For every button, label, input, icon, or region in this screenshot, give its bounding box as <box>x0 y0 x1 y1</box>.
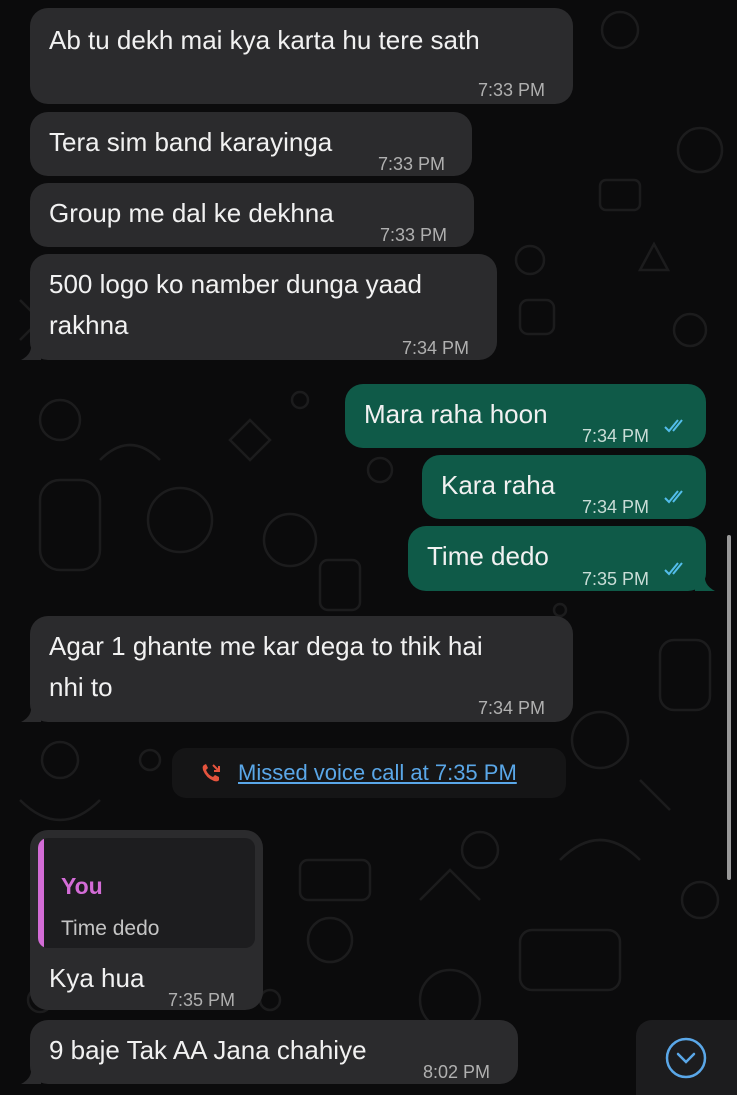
message-text-line-1: Agar 1 ghante me kar dega to thik hai <box>49 631 483 661</box>
message-time: 7:33 PM <box>380 225 448 245</box>
quote-author: You <box>61 873 103 899</box>
incoming-message[interactable]: Tera sim band karayinga 7:33 PM <box>30 112 472 176</box>
message-text-line-2: rakhna <box>49 310 129 340</box>
missed-call-link[interactable]: Missed voice call at 7:35 PM <box>238 760 517 786</box>
message-time: 7:34 PM <box>582 497 650 517</box>
outgoing-message[interactable]: Time dedo 7:35 PM <box>408 526 715 591</box>
message-text: Time dedo <box>427 541 549 571</box>
message-time: 7:33 PM <box>478 80 546 100</box>
message-text-line-2: nhi to <box>49 672 113 702</box>
bubble-tail <box>695 573 715 591</box>
message-time: 7:34 PM <box>478 698 546 718</box>
message-text: 9 baje Tak AA Jana chahiye <box>49 1035 367 1065</box>
missed-call-icon <box>202 764 220 782</box>
quoted-message[interactable]: You Time dedo <box>38 838 255 948</box>
message-time: 7:34 PM <box>582 426 650 446</box>
message-text: Kya hua <box>49 963 145 993</box>
double-check-read-icon <box>664 490 683 504</box>
message-text: Tera sim band karayinga <box>49 127 333 157</box>
message-time: 7:33 PM <box>378 154 446 174</box>
incoming-message[interactable]: 500 logo ko namber dunga yaad rakhna 7:3… <box>21 254 497 360</box>
message-text: Group me dal ke dekhna <box>49 198 334 228</box>
incoming-message[interactable]: Group me dal ke dekhna 7:33 PM <box>30 183 474 247</box>
scroll-to-bottom-button[interactable] <box>636 1020 737 1095</box>
incoming-message[interactable]: 9 baje Tak AA Jana chahiye 8:02 PM <box>21 1020 518 1084</box>
message-text: Mara raha hoon <box>364 399 548 429</box>
incoming-message[interactable]: Agar 1 ghante me kar dega to thik hai nh… <box>21 616 573 722</box>
incoming-reply-message[interactable]: You Time dedo Kya hua 7:35 PM <box>30 830 263 1010</box>
bubble-tail <box>21 342 41 360</box>
outgoing-message[interactable]: Mara raha hoon 7:34 PM <box>345 384 706 448</box>
double-check-read-icon <box>664 562 683 576</box>
bubble-tail <box>21 1066 41 1084</box>
message-text: Kara raha <box>441 470 556 500</box>
outgoing-message[interactable]: Kara raha 7:34 PM <box>422 455 706 519</box>
double-check-read-icon <box>664 419 683 433</box>
message-time: 7:34 PM <box>402 338 470 358</box>
message-text-line-1: 500 logo ko namber dunga yaad <box>49 269 422 299</box>
message-time: 7:35 PM <box>582 569 650 589</box>
missed-call-notice[interactable]: Missed voice call at 7:35 PM <box>172 748 566 798</box>
bubble-tail <box>21 704 41 722</box>
quote-accent-bar <box>38 838 44 948</box>
message-time: 8:02 PM <box>423 1062 491 1082</box>
incoming-message[interactable]: Ab tu dekh mai kya karta hu tere sath 7:… <box>30 8 573 104</box>
quote-text: Time dedo <box>61 917 160 940</box>
scrollbar[interactable] <box>727 535 731 880</box>
chevron-down-icon <box>665 1037 707 1079</box>
message-time: 7:35 PM <box>168 990 236 1010</box>
message-text: Ab tu dekh mai kya karta hu tere sath <box>49 25 480 55</box>
